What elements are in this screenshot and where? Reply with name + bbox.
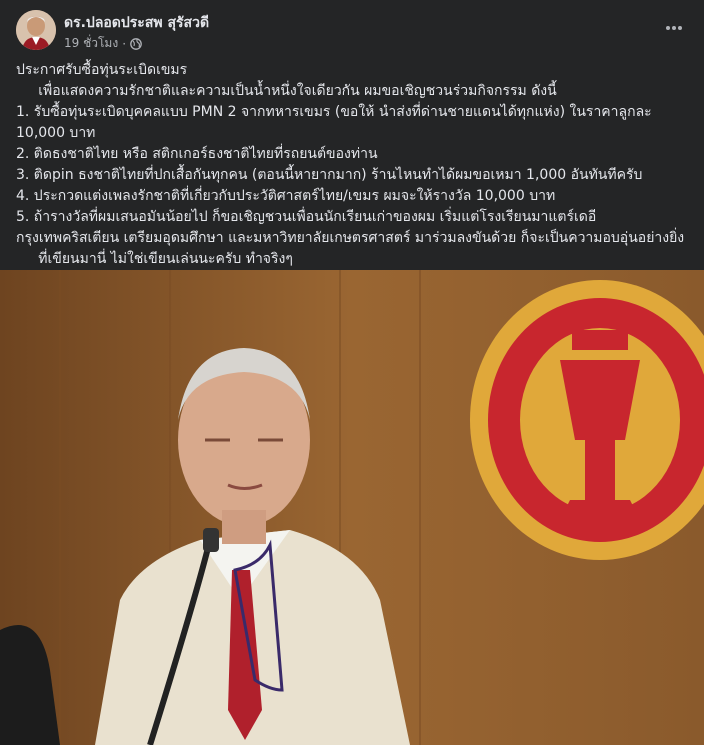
post-text-line: ประกาศรับซื้อทุ่นระเบิดเขมร — [16, 62, 188, 78]
post-text-line: 5. ถ้ารางวัลที่ผมเสนอมันน้อยไป ก็ขอเชิญช… — [16, 209, 685, 246]
post-text-line: 2. ติดธงชาติไทย หรือ สติกเกอร์ธงชาติไทยท… — [16, 146, 378, 162]
author-name[interactable]: ดร.ปลอดประสพ สุรัสวดี — [64, 12, 209, 34]
post-photo[interactable] — [0, 270, 704, 745]
globe-icon — [130, 37, 142, 50]
post-text: ประกาศรับซื้อทุ่นระเบิดเขมร เพื่อแสดงควา… — [16, 60, 688, 270]
post-timestamp[interactable]: 19 ชั่วโมง — [64, 34, 118, 53]
ellipsis-icon — [666, 26, 682, 30]
post-text-line: 4. ประกวดแต่งเพลงรักชาติที่เกี่ยวกับประว… — [16, 188, 556, 204]
post-text-line: เพื่อแสดงความรักชาติและความเป็นน้ำหนึ่งใ… — [16, 83, 557, 99]
post-text-line: 1. รับซื้อทุ่นระเบิดบุคคลแบบ PMN 2 จากทห… — [16, 104, 657, 141]
post-text-line: 3. ติดpin ธงชาติไทยที่ปกเสื้อกันทุกคน (ต… — [16, 167, 643, 183]
author-avatar[interactable] — [16, 10, 56, 50]
post-meta: 19 ชั่วโมง · — [64, 34, 142, 53]
meta-separator: · — [122, 36, 127, 51]
post-text-line: ที่เขียนมานี่ ไม่ใช่เขียนเล่นนะครับ ทำจร… — [16, 251, 293, 267]
post-header: ดร.ปลอดประสพ สุรัสวดี 19 ชั่วโมง · — [0, 0, 704, 60]
more-options-button[interactable] — [660, 14, 688, 42]
